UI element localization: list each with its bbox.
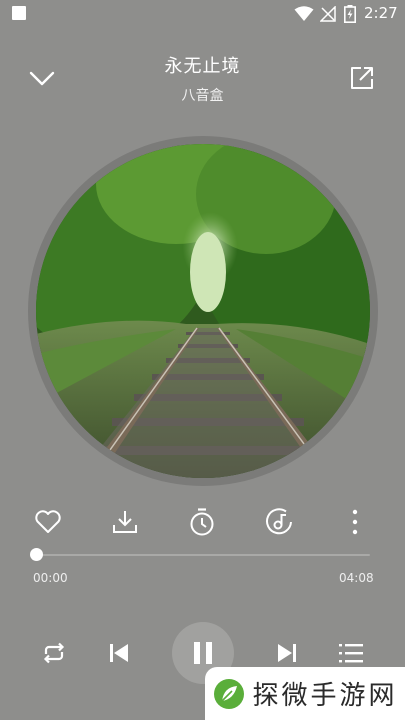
watermark-leaf-logo — [214, 678, 245, 709]
sound-effect-button[interactable] — [262, 505, 296, 539]
album-art — [36, 144, 370, 478]
notification-square-icon — [12, 6, 26, 20]
disc-note-icon — [266, 508, 292, 535]
skip-next-icon — [278, 644, 296, 662]
railway-forest-art — [36, 144, 370, 478]
share-button[interactable] — [348, 64, 376, 92]
skip-previous-icon — [110, 644, 128, 662]
timer-icon — [190, 508, 214, 536]
status-bar: 2:27 — [0, 0, 405, 28]
song-title: 永无止境 — [164, 56, 241, 77]
pause-icon — [194, 642, 212, 664]
share-external-icon — [351, 67, 373, 89]
progress-thumb[interactable] — [29, 548, 43, 561]
more-vertical-icon — [352, 509, 358, 535]
sleep-timer-button[interactable] — [185, 505, 219, 539]
wifi-icon — [294, 6, 314, 21]
more-options-button[interactable] — [338, 505, 372, 539]
previous-track-button[interactable] — [104, 639, 134, 667]
playlist-icon — [339, 644, 363, 663]
download-icon — [113, 511, 137, 533]
battery-charging-icon — [344, 5, 356, 23]
no-sim-icon — [320, 6, 336, 22]
watermark-text: 探微手游网 — [252, 681, 398, 711]
playlist-button[interactable] — [336, 639, 366, 667]
site-watermark: 探微手游网 — [205, 667, 405, 720]
repeat-mode-button[interactable] — [38, 639, 70, 667]
download-button[interactable] — [108, 505, 142, 539]
like-button[interactable] — [31, 505, 65, 539]
status-time: 2:27 — [364, 4, 398, 22]
total-duration: 04:08 — [339, 571, 374, 585]
progress-track[interactable] — [36, 554, 370, 556]
artist-name: 八音盒 — [181, 88, 224, 104]
repeat-icon — [43, 642, 65, 664]
next-track-button[interactable] — [272, 639, 302, 667]
heart-icon — [35, 510, 61, 533]
current-time: 00:00 — [33, 571, 68, 585]
